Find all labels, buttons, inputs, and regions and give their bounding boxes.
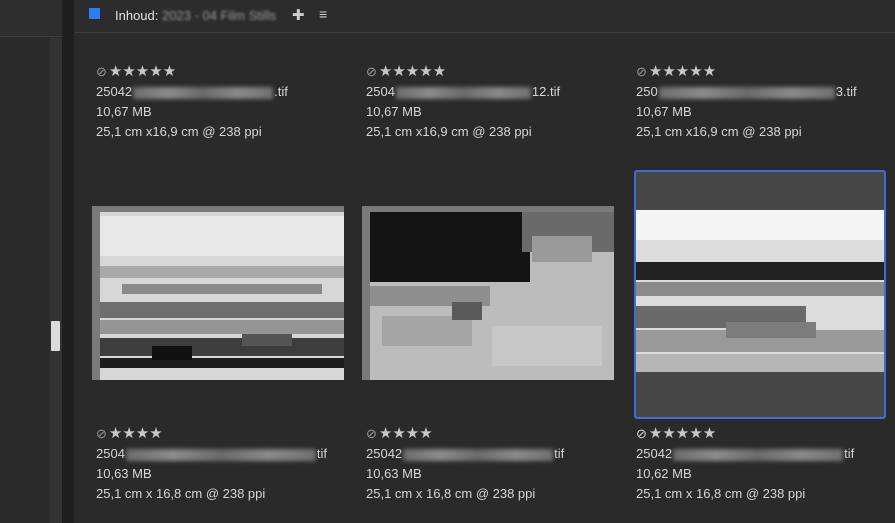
file-size: 10,62 MB: [636, 466, 692, 481]
item-meta-4: ⊘ ★★★★ 2504 tif 10,63 MB 25,1 cm x 16,8 cm…: [96, 424, 327, 504]
reject-icon[interactable]: ⊘: [366, 64, 377, 79]
panel-title: Inhoud: 2023 - 04 Film Stills: [115, 8, 276, 23]
thumbnail-image: [92, 206, 344, 380]
file-size: 10,67 MB: [366, 104, 422, 119]
file-size: 10,67 MB: [96, 104, 152, 119]
reject-icon[interactable]: ⊘: [96, 426, 107, 441]
file-name[interactable]: 25042 tif: [636, 444, 854, 464]
file-name[interactable]: 25042 .tif: [96, 82, 288, 102]
reject-icon[interactable]: ⊘: [96, 64, 107, 79]
reject-icon[interactable]: ⊘: [366, 426, 377, 441]
rating-stars[interactable]: ★★★★★: [649, 63, 716, 80]
plus-icon[interactable]: ✚: [292, 6, 305, 24]
file-name[interactable]: 25042 tif: [366, 444, 564, 464]
rating-stars[interactable]: ★★★★★: [109, 63, 176, 80]
item-meta-3: ⊘ ★★★★★ 250 3.tif 10,67 MB 25,1 cm x16,9 c…: [636, 62, 857, 142]
thumbnail-4[interactable]: [92, 206, 344, 380]
file-name[interactable]: 250 3.tif: [636, 82, 857, 102]
file-name[interactable]: 2504 12.tif: [366, 82, 560, 102]
item-meta-2: ⊘ ★★★★★ 2504 12.tif 10,67 MB 25,1 cm x16,9…: [366, 62, 560, 142]
file-size: 10,67 MB: [636, 104, 692, 119]
item-meta-5: ⊘ ★★★★ 25042 tif 10,63 MB 25,1 cm x 16,8 c…: [366, 424, 564, 504]
left-panel-scrollbar[interactable]: [50, 38, 62, 523]
thumbnail-image: [636, 210, 884, 372]
thumbnail-image: [362, 206, 614, 380]
reject-icon[interactable]: ⊘: [636, 64, 647, 79]
rating-stars[interactable]: ★★★★: [109, 425, 163, 442]
file-size: 10,63 MB: [366, 466, 422, 481]
rating-stars[interactable]: ★★★★: [379, 425, 433, 442]
file-dimensions: 25,1 cm x 16,8 cm @ 238 ppi: [96, 486, 266, 501]
thumbnail-6-selected[interactable]: [634, 170, 886, 419]
file-name[interactable]: 2504 tif: [96, 444, 327, 464]
left-panel-header: [0, 0, 62, 37]
left-panel: [0, 0, 62, 523]
reject-icon[interactable]: ⊘: [636, 426, 647, 441]
menu-icon[interactable]: ≡: [319, 6, 327, 22]
left-panel-scroll-thumb[interactable]: [51, 321, 60, 351]
file-dimensions: 25,1 cm x 16,8 cm @ 238 ppi: [636, 486, 806, 501]
folder-path: 2023 - 04 Film Stills: [162, 8, 277, 23]
panel-divider[interactable]: [62, 0, 74, 523]
panel-color-icon: [89, 8, 100, 19]
rating-stars[interactable]: ★★★★★: [379, 63, 446, 80]
file-dimensions: 25,1 cm x16,9 cm @ 238 ppi: [96, 124, 262, 139]
content-panel: Inhoud: 2023 - 04 Film Stills ✚ ≡ ⊘ ★★★★★…: [74, 0, 895, 523]
item-meta-1: ⊘ ★★★★★ 25042 .tif 10,67 MB 25,1 cm x16,9 …: [96, 62, 288, 142]
file-dimensions: 25,1 cm x 16,8 cm @ 238 ppi: [366, 486, 536, 501]
content-header: Inhoud: 2023 - 04 Film Stills ✚ ≡: [74, 0, 895, 33]
thumbnail-5[interactable]: [362, 206, 614, 380]
item-meta-6: ⊘ ★★★★★ 25042 tif 10,62 MB 25,1 cm x 16,8 …: [636, 424, 854, 504]
file-size: 10,63 MB: [96, 466, 152, 481]
file-dimensions: 25,1 cm x16,9 cm @ 238 ppi: [636, 124, 802, 139]
panel-title-label: Inhoud:: [115, 8, 159, 23]
rating-stars[interactable]: ★★★★★: [649, 425, 716, 442]
file-dimensions: 25,1 cm x16,9 cm @ 238 ppi: [366, 124, 532, 139]
